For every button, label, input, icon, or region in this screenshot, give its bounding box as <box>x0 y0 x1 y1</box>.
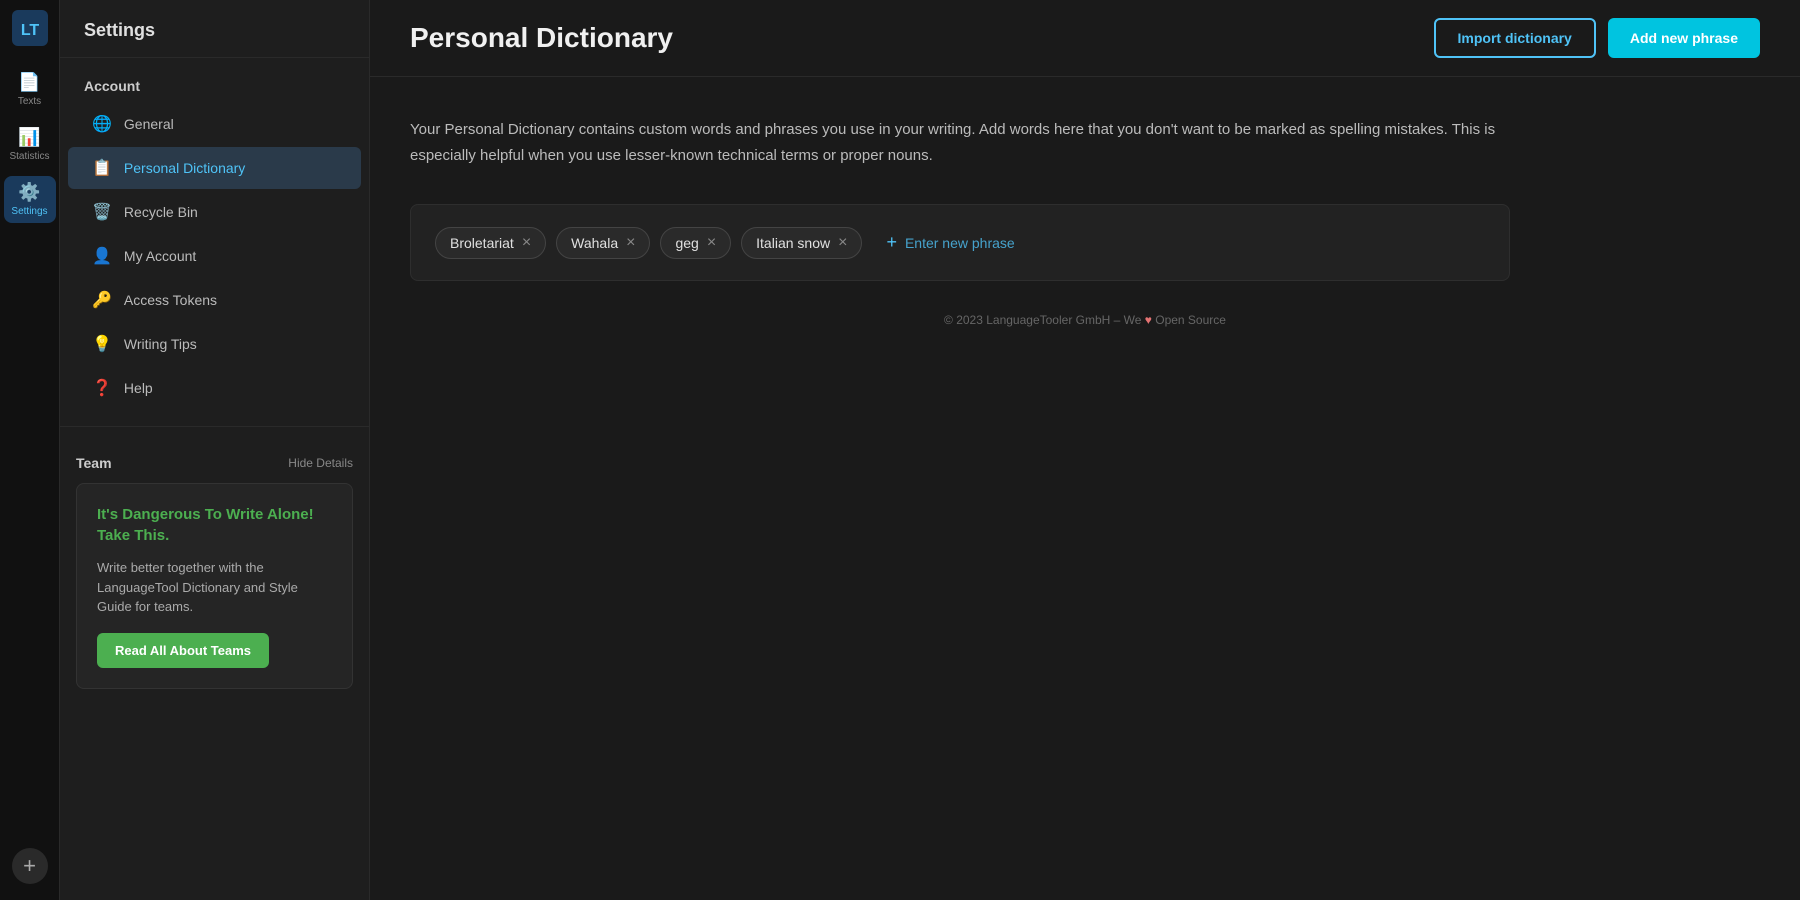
team-section: Team Hide Details It's Dangerous To Writ… <box>60 443 369 900</box>
rail-item-texts[interactable]: 📄 Texts <box>4 66 56 113</box>
sidebar: Settings Account 🌐 General 📋 Personal Di… <box>60 0 370 900</box>
svg-text:LT: LT <box>20 22 39 39</box>
rail-item-statistics[interactable]: 📊 Statistics <box>4 121 56 168</box>
writing-tips-icon: 💡 <box>92 334 112 354</box>
hide-details-button[interactable]: Hide Details <box>288 456 353 470</box>
sidebar-item-help[interactable]: ❓ Help <box>68 367 361 409</box>
access-tokens-icon: 🔑 <box>92 290 112 310</box>
add-phrase-input-area[interactable]: + <box>872 225 1049 260</box>
sidebar-item-general[interactable]: 🌐 General <box>68 103 361 145</box>
rail-label-settings: Settings <box>11 206 47 217</box>
icon-rail: LT 📄 Texts 📊 Statistics ⚙️ Settings + <box>0 0 60 900</box>
help-icon: ❓ <box>92 378 112 398</box>
recycle-bin-icon: 🗑️ <box>92 202 112 222</box>
sidebar-label-access-tokens: Access Tokens <box>124 292 217 308</box>
add-button[interactable]: + <box>12 848 48 884</box>
tag-italian-snow: Italian snow × <box>741 227 862 259</box>
plus-icon: + <box>886 232 897 253</box>
sidebar-label-writing-tips: Writing Tips <box>124 336 197 352</box>
tag-remove-broletariat[interactable]: × <box>522 235 531 251</box>
app-logo: LT <box>12 10 48 46</box>
tag-label-broletariat: Broletariat <box>450 235 514 251</box>
sidebar-item-my-account[interactable]: 👤 My Account <box>68 235 361 277</box>
texts-icon: 📄 <box>18 72 40 93</box>
tag-remove-wahala[interactable]: × <box>626 235 635 251</box>
sidebar-label-personal-dictionary: Personal Dictionary <box>124 160 245 176</box>
sidebar-item-recycle-bin[interactable]: 🗑️ Recycle Bin <box>68 191 361 233</box>
tag-label-geg: geg <box>675 235 698 251</box>
my-account-icon: 👤 <box>92 246 112 266</box>
tag-remove-geg[interactable]: × <box>707 235 716 251</box>
settings-icon: ⚙️ <box>18 182 40 203</box>
sidebar-divider <box>60 426 369 427</box>
add-new-phrase-button[interactable]: Add new phrase <box>1608 18 1760 58</box>
sidebar-item-personal-dictionary[interactable]: 📋 Personal Dictionary <box>68 147 361 189</box>
import-dictionary-button[interactable]: Import dictionary <box>1434 18 1596 58</box>
team-card-title: It's Dangerous To Write Alone! Take This… <box>97 504 332 546</box>
team-card: It's Dangerous To Write Alone! Take This… <box>76 483 353 689</box>
rail-item-settings[interactable]: ⚙️ Settings <box>4 176 56 223</box>
team-card-description: Write better together with the LanguageT… <box>97 558 332 617</box>
tag-label-wahala: Wahala <box>571 235 618 251</box>
tag-geg: geg × <box>660 227 731 259</box>
page-title: Personal Dictionary <box>410 22 673 54</box>
description-text: Your Personal Dictionary contains custom… <box>410 117 1510 168</box>
statistics-icon: 📊 <box>18 127 40 148</box>
team-title: Team <box>76 455 112 471</box>
general-icon: 🌐 <box>92 114 112 134</box>
content-area: Your Personal Dictionary contains custom… <box>370 77 1800 900</box>
top-bar-actions: Import dictionary Add new phrase <box>1434 18 1761 58</box>
sidebar-item-access-tokens[interactable]: 🔑 Access Tokens <box>68 279 361 321</box>
rail-bottom: + <box>12 848 48 884</box>
sidebar-label-my-account: My Account <box>124 248 196 264</box>
sidebar-label-recycle-bin: Recycle Bin <box>124 204 198 220</box>
main-content: Personal Dictionary Import dictionary Ad… <box>370 0 1800 900</box>
tag-broletariat: Broletariat × <box>435 227 546 259</box>
read-teams-button[interactable]: Read All About Teams <box>97 633 269 668</box>
sidebar-label-general: General <box>124 116 174 132</box>
personal-dictionary-icon: 📋 <box>92 158 112 178</box>
rail-label-texts: Texts <box>18 96 41 107</box>
tags-container: Broletariat × Wahala × geg × Italian sno… <box>410 204 1510 281</box>
sidebar-header: Settings <box>60 0 369 58</box>
enter-phrase-input[interactable] <box>905 235 1035 251</box>
tag-label-italian-snow: Italian snow <box>756 235 830 251</box>
top-bar: Personal Dictionary Import dictionary Ad… <box>370 0 1800 77</box>
sidebar-item-writing-tips[interactable]: 💡 Writing Tips <box>68 323 361 365</box>
rail-label-statistics: Statistics <box>9 151 49 162</box>
tag-wahala: Wahala × <box>556 227 650 259</box>
tag-remove-italian-snow[interactable]: × <box>838 235 847 251</box>
heart-icon: ♥ <box>1145 313 1152 327</box>
footer-text: © 2023 LanguageTooler GmbH – We ♥ Open S… <box>410 313 1760 327</box>
account-section-label: Account <box>60 58 369 102</box>
sidebar-label-help: Help <box>124 380 153 396</box>
team-header: Team Hide Details <box>76 455 353 471</box>
